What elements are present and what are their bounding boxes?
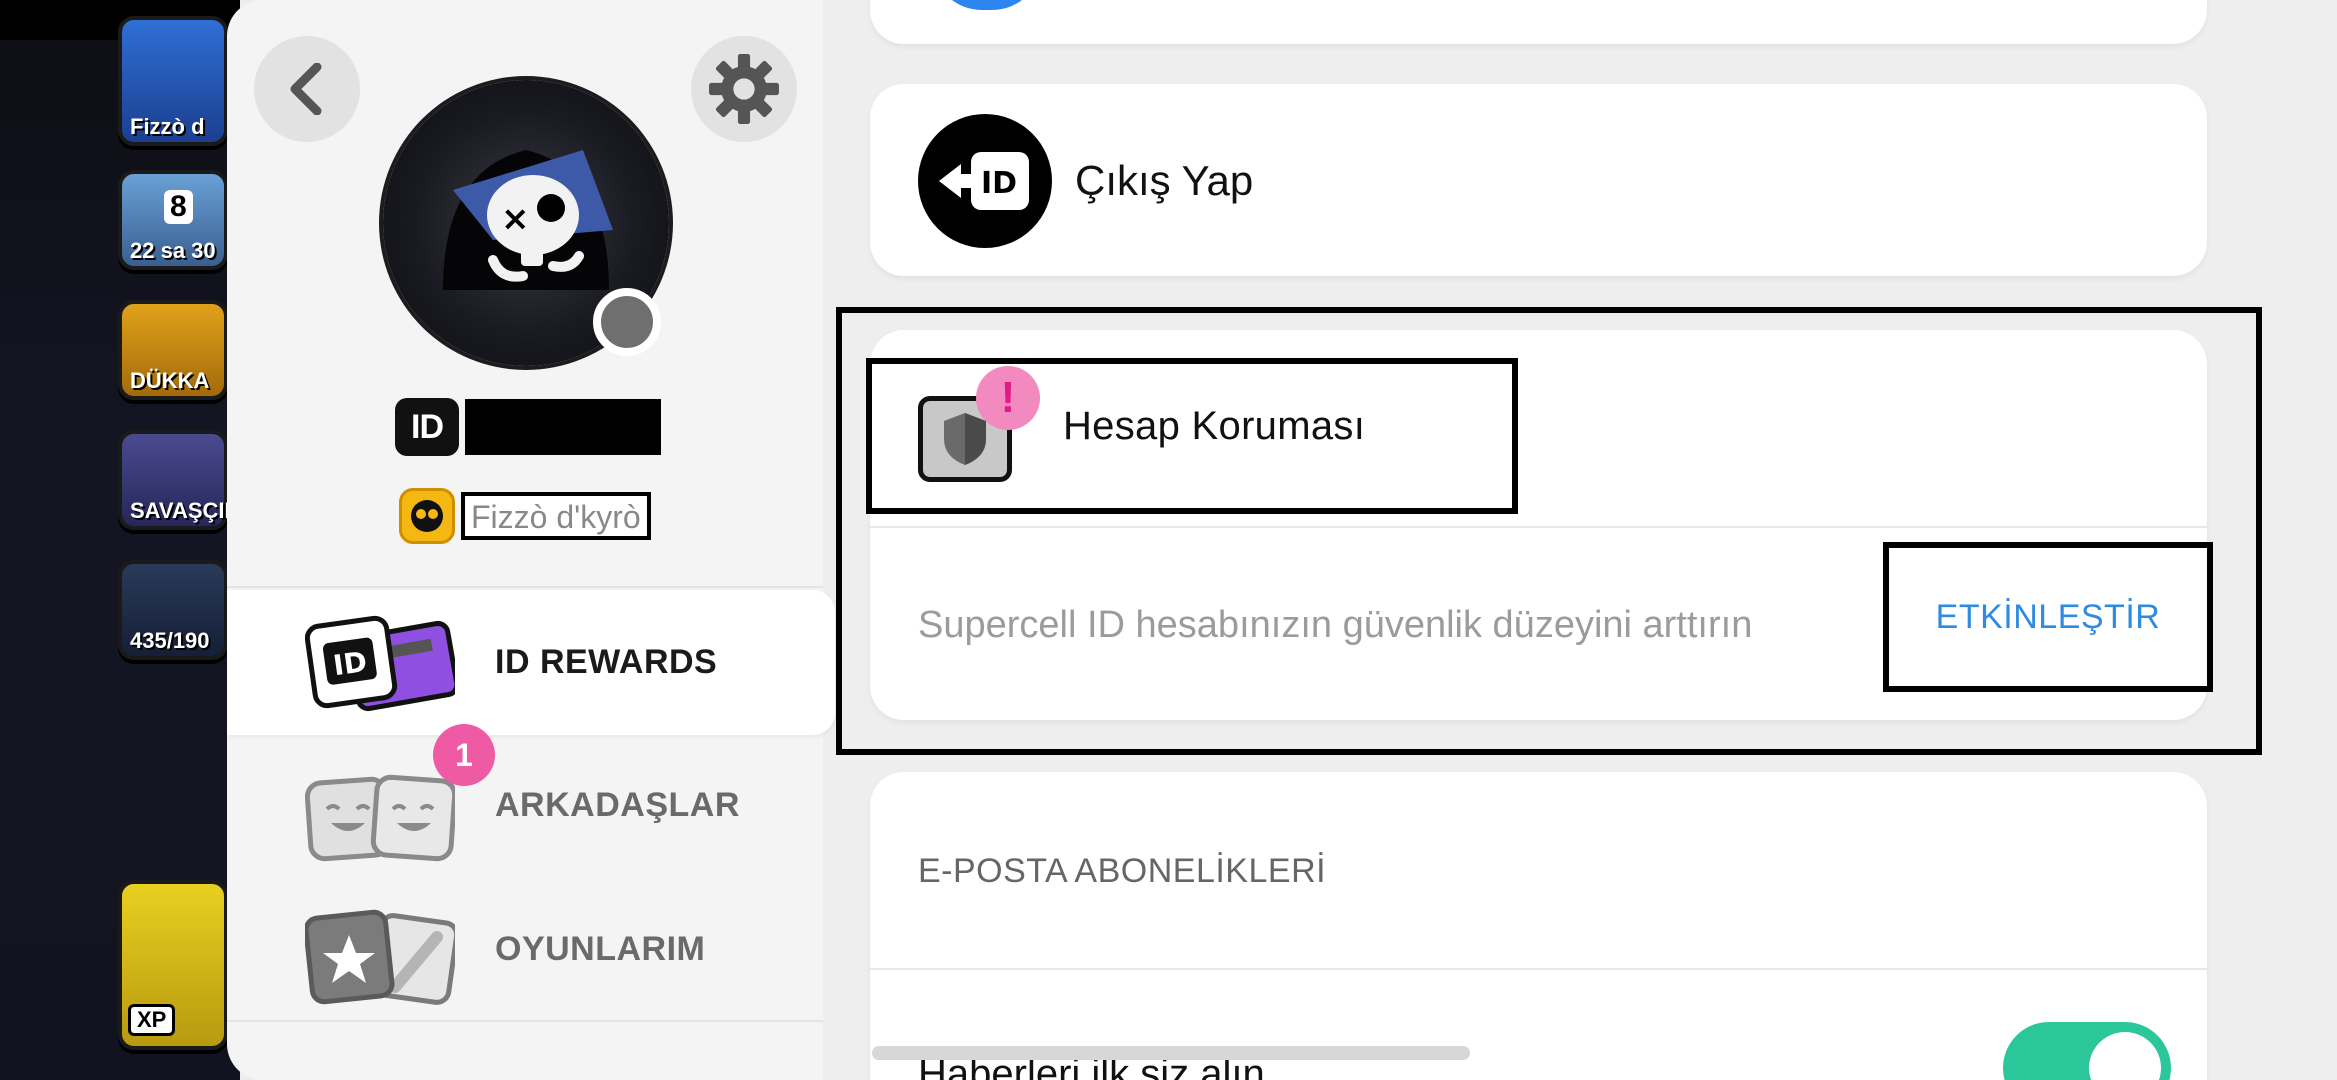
player-row: Fizzò d'kyrò [399,488,651,544]
game-tile-label: Fizzò d [130,114,205,139]
card-divider [870,968,2207,970]
svg-text:×: × [501,199,530,239]
menu-item-label: ARKADAŞLAR [495,786,740,824]
logout-label: Çıkış Yap [1075,157,1254,204]
friends-notification-badge: 1 [433,724,495,786]
supercell-id-row: ID [395,398,661,456]
menu-my-games[interactable]: OYUNLARIM [227,877,835,1022]
game-tile-label: XP [128,1004,176,1036]
game-trophy-tile: 435/190 [118,560,228,660]
menu-id-rewards[interactable]: ID ID REWARDS [227,590,835,735]
my-games-cards-icon [303,897,460,1007]
menu-friends[interactable]: ARKADAŞLAR [227,733,835,878]
email-subscriptions-title: E-POSTA ABONELİKLERİ [918,852,1327,890]
toggle-knob [2089,1032,2161,1080]
menu-item-label: OYUNLARIM [495,930,706,968]
previous-card-partial [870,0,2207,44]
email-subscriptions-card: E-POSTA ABONELİKLERİ Haberleri ilk siz a… [870,772,2207,1080]
game-profile-tile: Fizzò d [118,16,228,146]
svg-text:ID: ID [981,166,1017,201]
id-rewards-cards-icon: ID [304,610,460,720]
gear-icon [709,54,779,124]
game-event-tile: 8 22 sa 30 [118,170,228,270]
online-status-dot [593,288,661,356]
menu-divider [227,1020,823,1022]
news-subscription-toggle[interactable] [2003,1022,2171,1080]
friends-faces-icon [304,753,458,863]
player-name: Fizzò d'kyrò [461,492,651,540]
event-number: 8 [164,190,193,224]
game-tile-label: DÜKKA [130,368,210,393]
brawl-stars-badge-icon [399,488,455,544]
game-xp-tile: XP [118,880,228,1050]
game-tile-label: 435/190 [130,628,210,653]
id-chip: ID [395,398,459,456]
menu-item-label: ID REWARDS [495,643,718,681]
svg-text:ID: ID [331,645,369,682]
menu-divider [227,586,823,588]
game-tile-label: SAVAŞÇIL [130,498,238,523]
chevron-left-icon [290,63,322,115]
skull-icon [411,500,443,532]
game-brawlers-tile: SAVAŞÇIL [118,430,238,530]
back-button[interactable] [254,36,360,142]
blue-avatar-icon [932,0,1042,10]
protection-section-highlight [836,307,2262,755]
settings-button[interactable] [691,36,797,142]
game-tile-label: 22 sa 30 [130,238,216,263]
profile-sidebar: × ID Fizzò d'kyrò ID ID REWARDS ARKADAŞL… [227,0,835,1080]
background-game-screen: Fizzò d 8 22 sa 30 DÜKKA SAVAŞÇIL 435/19… [0,0,240,1080]
logout-id-icon: ID [918,114,1052,248]
scroll-indicator[interactable] [872,1046,1470,1060]
logout-card[interactable]: ID Çıkış Yap [870,84,2207,276]
id-redacted-bar [465,399,661,455]
game-shop-tile: DÜKKA [118,300,228,400]
